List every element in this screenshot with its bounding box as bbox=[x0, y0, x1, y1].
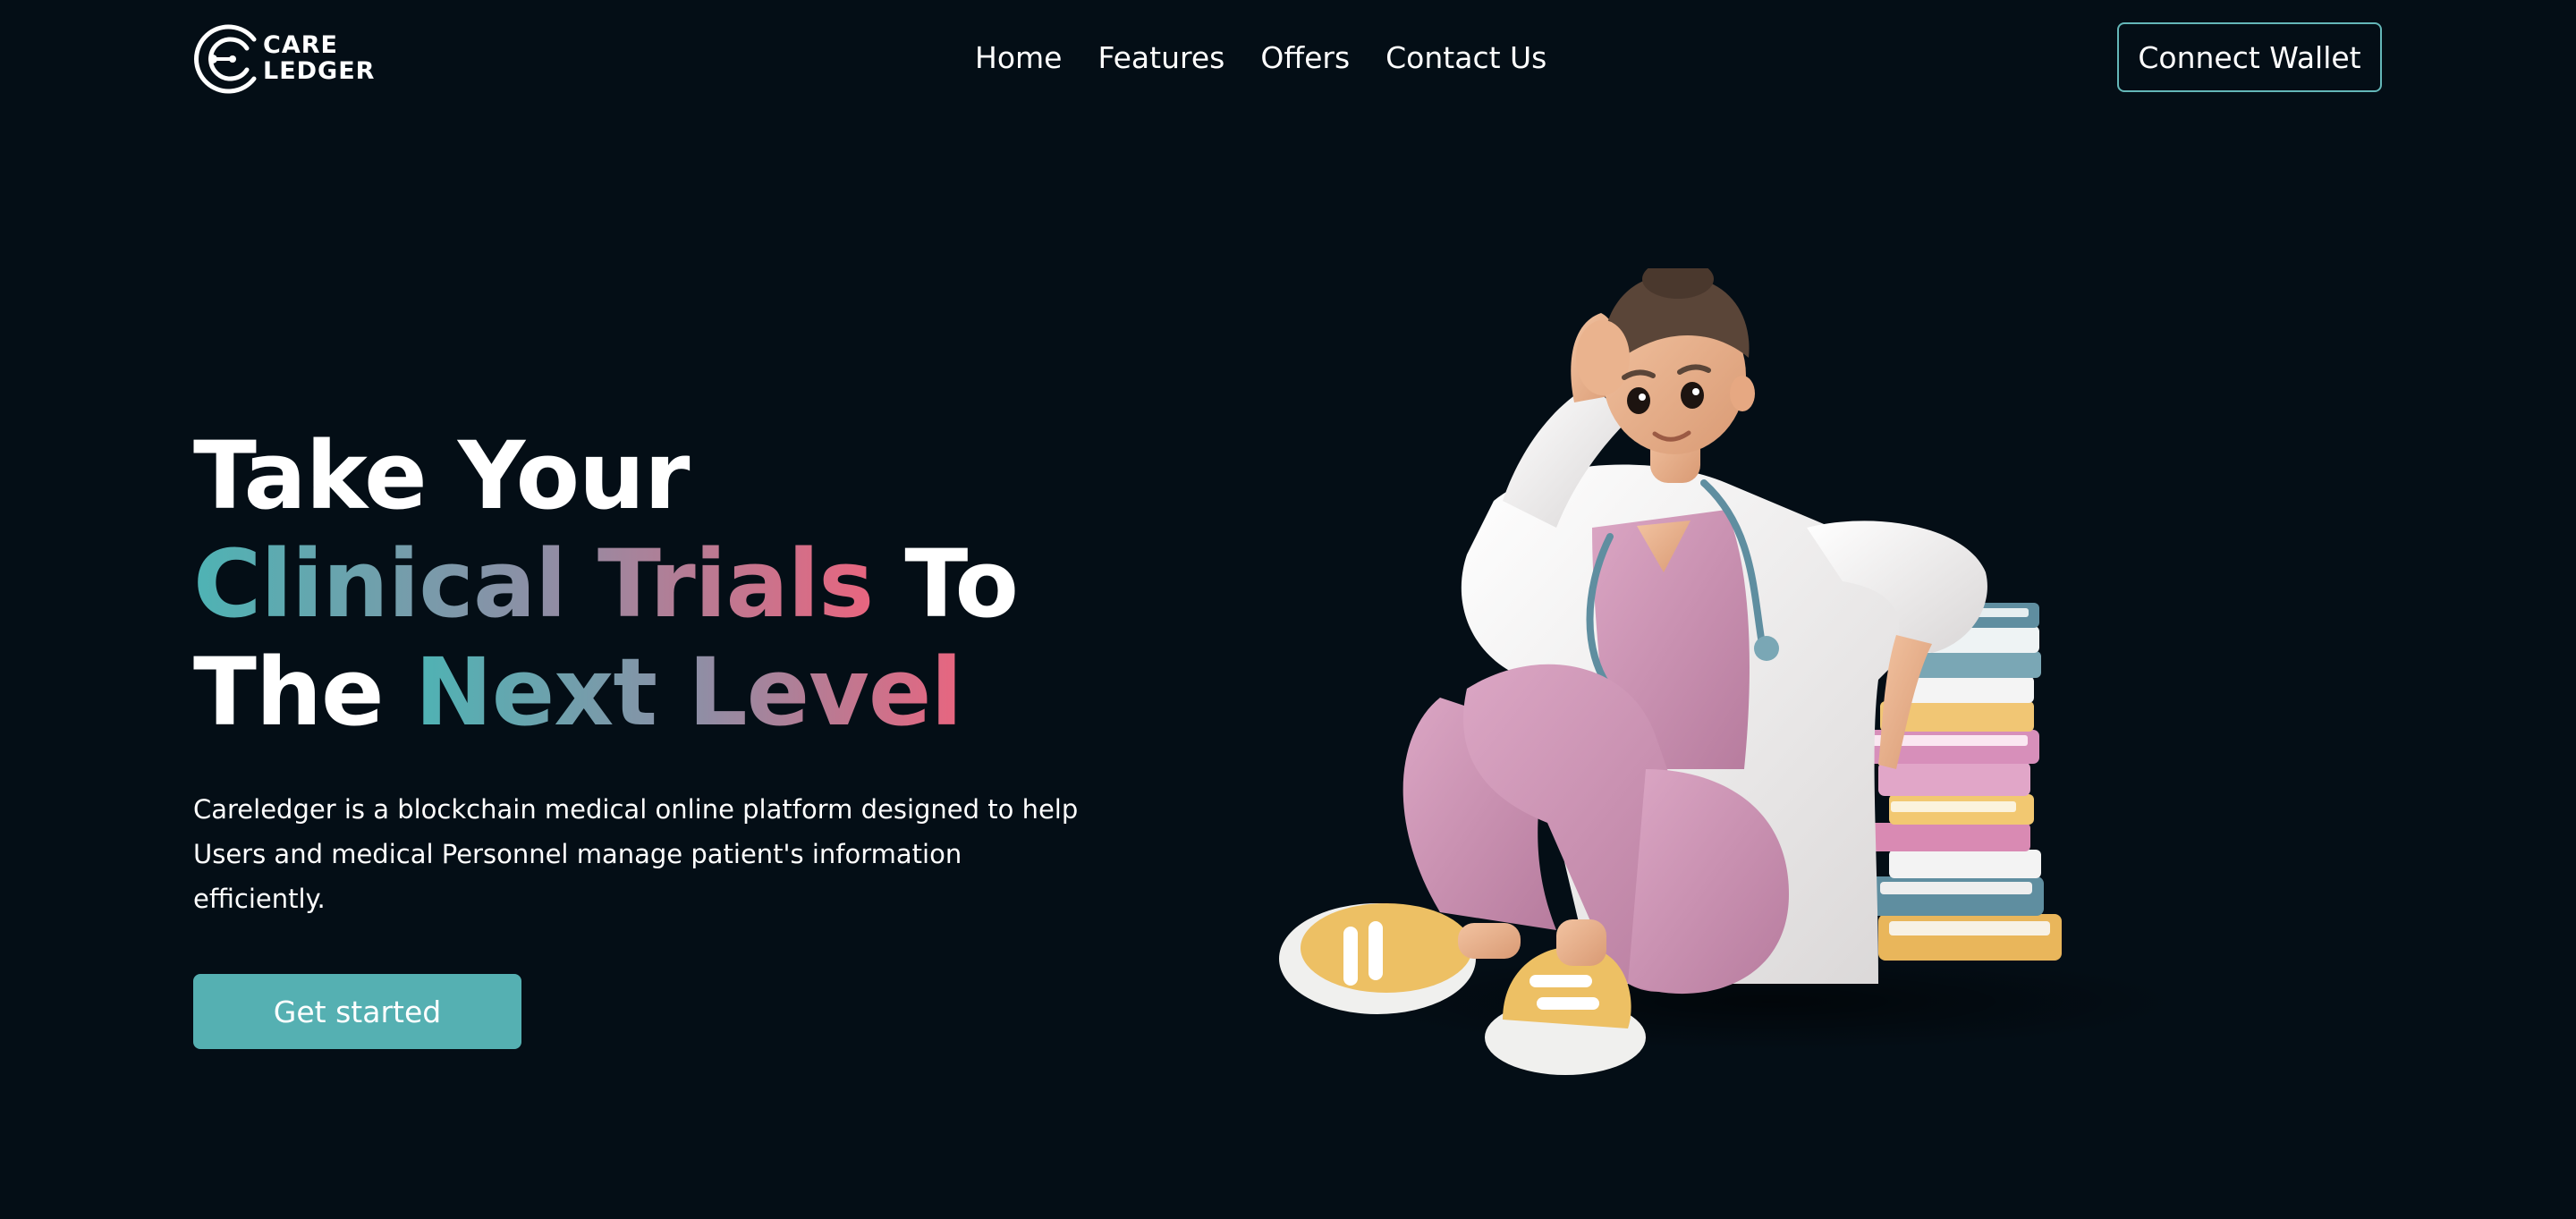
get-started-button[interactable]: Get started bbox=[193, 974, 521, 1049]
headline-gradient-clinical-trials: Clinical Trials bbox=[193, 529, 874, 639]
nav-link-features[interactable]: Features bbox=[1097, 36, 1224, 80]
headline-gradient-next-level: Next Level bbox=[414, 638, 962, 747]
headline-line-2: Clinical Trials To bbox=[193, 529, 1019, 639]
brand-name-line1: CARE bbox=[263, 31, 338, 59]
headline-the: The bbox=[193, 638, 415, 747]
hero-description: Careledger is a blockchain medical onlin… bbox=[193, 794, 1079, 914]
hero-headline: Take Your Clinical Trials To The Next Le… bbox=[193, 421, 1019, 747]
left-shoe-icon bbox=[1279, 903, 1476, 1014]
headline-line-3: The Next Level bbox=[193, 639, 1018, 747]
nav-link-offers[interactable]: Offers bbox=[1260, 36, 1350, 80]
nav-link-contact-us[interactable]: Contact Us bbox=[1385, 36, 1546, 80]
headline-line-1: Take Your bbox=[193, 421, 690, 530]
brand-wordmark: CARE LEDGER bbox=[263, 32, 375, 84]
top-navigation: CARE LEDGER Home Features Offers Contact… bbox=[0, 0, 2576, 116]
nav-link-home[interactable]: Home bbox=[975, 36, 1062, 80]
brand-name-line2: LEDGER bbox=[263, 57, 376, 85]
headline-to: To bbox=[873, 529, 1019, 639]
doctor-with-books-illustration bbox=[1279, 268, 2182, 1075]
connect-wallet-button[interactable]: Connect Wallet bbox=[2117, 22, 2382, 92]
brand-logo[interactable]: CARE LEDGER bbox=[193, 21, 381, 97]
careledger-logo-icon bbox=[194, 24, 257, 94]
nav-links: Home Features Offers Contact Us bbox=[975, 36, 1546, 80]
